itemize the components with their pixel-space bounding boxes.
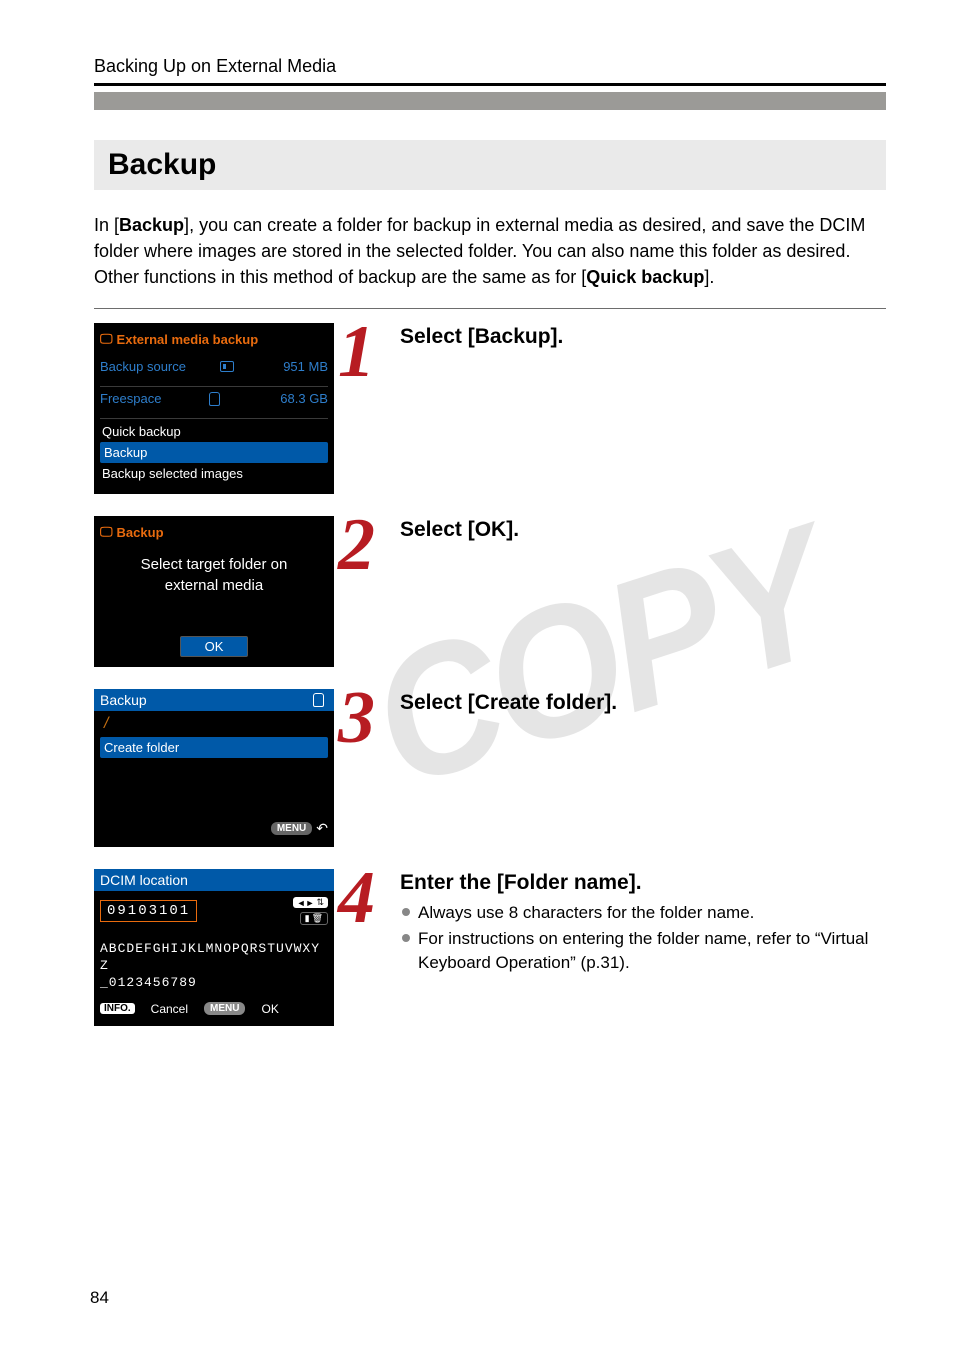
intro-paragraph: In [Backup], you can create a folder for… (94, 212, 886, 290)
menu-chip: MENU (204, 1002, 245, 1015)
value-source-size: 951 MB (272, 359, 328, 374)
screenshot-4: DCIM location 09103101 ◄►⇅ ▮🗑 ABCDEFGHIJ… (94, 869, 334, 1026)
folder-name-field[interactable]: 09103101 (100, 900, 197, 922)
drive-icon (209, 392, 220, 406)
path-root: / (100, 715, 328, 733)
step-number-2: 2 (338, 516, 390, 575)
step-4-bullets: Always use 8 characters for the folder n… (400, 901, 886, 974)
menu-quick-backup[interactable]: Quick backup (100, 421, 328, 442)
step-number-4: 4 (338, 869, 390, 928)
screenshot-3: Backup / Create folder MENU ↶ (94, 689, 334, 847)
step-1-title: Select [Backup]. (400, 325, 886, 349)
cancel-label[interactable]: Cancel (151, 1002, 188, 1016)
info-button-chip: INFO. (100, 1003, 135, 1014)
back-icon: ↶ (316, 820, 328, 837)
menu-create-folder[interactable]: Create folder (100, 737, 328, 758)
media-icon: 🖵 (100, 331, 113, 347)
running-header: Backing Up on External Media (94, 56, 886, 77)
cursor-icon: ⇅ (316, 897, 324, 908)
step-2-title: Select [OK]. (400, 518, 886, 542)
s4-heading: DCIM location (94, 869, 334, 891)
drive-icon (313, 693, 324, 707)
divider (94, 308, 886, 309)
step-4-title: Enter the [Folder name]. (400, 871, 886, 895)
s3-heading: Backup (100, 692, 147, 708)
ok-button[interactable]: OK (180, 636, 249, 657)
bullet-1: Always use 8 characters for the folder n… (400, 901, 886, 925)
menu-chip: MENU (271, 822, 312, 835)
ok-label[interactable]: OK (261, 1002, 278, 1016)
media-icon: 🖵 (100, 524, 113, 540)
label-backup-source: Backup source (100, 359, 186, 374)
label-freespace: Freespace (100, 391, 161, 406)
header-gray-bar (94, 92, 886, 110)
step-number-3: 3 (338, 689, 390, 748)
dpad-icon: ◄►⇅ (293, 897, 328, 908)
screenshot-2: 🖵Backup Select target folder on external… (94, 516, 334, 667)
steps-container: 🖵External media backup Backup source 951… (94, 323, 886, 1026)
page-number: 84 (90, 1288, 109, 1308)
trash-icon: 🗑 (312, 913, 323, 924)
cf-card-icon (220, 361, 234, 372)
screenshot-1: 🖵External media backup Backup source 951… (94, 323, 334, 494)
step-3-title: Select [Create folder]. (400, 691, 886, 715)
header-rule (94, 83, 886, 86)
menu-backup-selected[interactable]: Backup selected images (100, 463, 328, 484)
delete-icon: ▮🗑 (300, 912, 328, 925)
step-number-1: 1 (338, 323, 390, 382)
dialog-text: Select target folder on external media (100, 554, 328, 596)
value-freespace: 68.3 GB (272, 391, 328, 406)
menu-backup[interactable]: Backup (100, 442, 328, 463)
virtual-keyboard-chars[interactable]: ABCDEFGHIJKLMNOPQRSTUVWXYZ _0123456789 (100, 941, 328, 992)
bullet-2: For instructions on entering the folder … (400, 927, 886, 975)
page-title: Backup (94, 140, 886, 190)
